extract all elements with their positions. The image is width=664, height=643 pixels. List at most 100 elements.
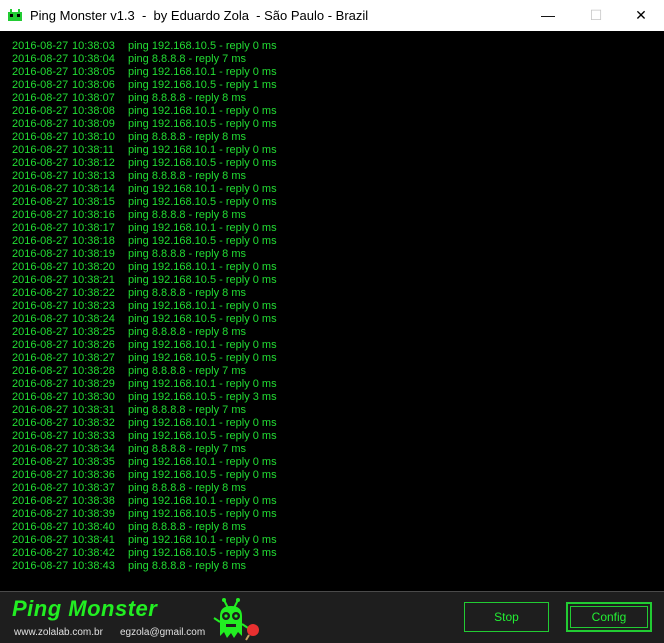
log-date: 2016-08-27	[12, 235, 69, 247]
log-time: 10:38:40	[72, 521, 115, 533]
log-time: 10:38:27	[72, 352, 115, 364]
log-date: 2016-08-27	[12, 365, 69, 377]
log-time: 10:38:18	[72, 235, 115, 247]
log-date: 2016-08-27	[12, 391, 69, 403]
log-date: 2016-08-27	[12, 508, 69, 520]
log-time: 10:38:41	[72, 534, 115, 546]
log-msg: ping 192.168.10.5 - reply 0 ms	[128, 352, 277, 364]
log-date: 2016-08-27	[12, 313, 69, 325]
log-msg: ping 8.8.8.8 - reply 8 ms	[128, 92, 247, 104]
log-date: 2016-08-27	[12, 170, 69, 182]
log-date: 2016-08-27	[12, 300, 69, 312]
log-date: 2016-08-27	[12, 261, 69, 273]
ping-log-panel[interactable]: 2016-08-27 10:38:03 ping 192.168.10.5 - re…	[0, 31, 664, 591]
log-time: 10:38:16	[72, 209, 115, 221]
maximize-button[interactable]: ☐	[573, 0, 619, 31]
log-msg: ping 8.8.8.8 - reply 8 ms	[128, 209, 247, 221]
log-time: 10:38:24	[72, 313, 115, 325]
log-time: 10:38:17	[72, 222, 115, 234]
close-button[interactable]: ✕	[618, 0, 664, 31]
log-time: 10:38:23	[72, 300, 115, 312]
log-msg: ping 192.168.10.1 - reply 0 ms	[128, 300, 277, 312]
log-date: 2016-08-27	[12, 417, 69, 429]
log-msg: ping 192.168.10.1 - reply 0 ms	[128, 66, 277, 78]
log-msg: ping 192.168.10.5 - reply 1 ms	[128, 79, 277, 91]
log-msg: ping 8.8.8.8 - reply 7 ms	[128, 404, 247, 416]
monster-mascot-icon	[213, 598, 259, 641]
log-date: 2016-08-27	[12, 534, 69, 546]
log-date: 2016-08-27	[12, 482, 69, 494]
log-msg: ping 192.168.10.5 - reply 0 ms	[128, 235, 277, 247]
log-time: 10:38:35	[72, 456, 115, 468]
log-time: 10:38:12	[72, 157, 115, 169]
log-date: 2016-08-27	[12, 547, 69, 559]
log-date: 2016-08-27	[12, 209, 69, 221]
log-msg: ping 192.168.10.5 - reply 0 ms	[128, 508, 277, 520]
log-msg: ping 192.168.10.5 - reply 0 ms	[128, 430, 277, 442]
log-time: 10:38:22	[72, 287, 115, 299]
log-date: 2016-08-27	[12, 118, 69, 130]
log-msg: ping 192.168.10.5 - reply 0 ms	[128, 469, 277, 481]
log-msg: ping 8.8.8.8 - reply 8 ms	[128, 560, 247, 572]
window-title: Ping Monster v1.3 - by Eduardo Zola - Sã…	[30, 8, 369, 23]
log-date: 2016-08-27	[12, 79, 69, 91]
log-msg: ping 8.8.8.8 - reply 8 ms	[128, 248, 247, 260]
log-msg: ping 192.168.10.1 - reply 0 ms	[128, 417, 277, 429]
email-link[interactable]: egzola@gmail.com	[120, 627, 205, 638]
log-msg: ping 8.8.8.8 - reply 8 ms	[128, 287, 247, 299]
log-date: 2016-08-27	[12, 443, 69, 455]
log-date: 2016-08-27	[12, 521, 69, 533]
stop-button[interactable]: Stop	[464, 602, 549, 632]
log-date: 2016-08-27	[12, 40, 69, 52]
log-msg: ping 192.168.10.1 - reply 0 ms	[128, 534, 277, 546]
log-time: 10:38:28	[72, 365, 115, 377]
website-link[interactable]: www.zolalab.com.br	[14, 627, 103, 638]
log-date: 2016-08-27	[12, 560, 69, 572]
log-time: 10:38:38	[72, 495, 115, 507]
log-msg: ping 8.8.8.8 - reply 8 ms	[128, 521, 247, 533]
log-msg: ping 192.168.10.1 - reply 0 ms	[128, 105, 277, 117]
log-time: 10:38:43	[72, 560, 115, 572]
log-time: 10:38:13	[72, 170, 115, 182]
log-msg: ping 192.168.10.5 - reply 0 ms	[128, 118, 277, 130]
log-time: 10:38:36	[72, 469, 115, 481]
config-button-label: Config	[591, 610, 627, 624]
log-date: 2016-08-27	[12, 157, 69, 169]
log-time: 10:38:05	[72, 66, 115, 78]
log-date: 2016-08-27	[12, 183, 69, 195]
log-time: 10:38:39	[72, 508, 115, 520]
log-time: 10:38:20	[72, 261, 115, 273]
log-date: 2016-08-27	[12, 131, 69, 143]
log-msg: ping 192.168.10.5 - reply 0 ms	[128, 40, 277, 52]
log-msg: ping 8.8.8.8 - reply 8 ms	[128, 170, 247, 182]
log-time: 10:38:30	[72, 391, 115, 403]
monster-app-icon	[8, 9, 22, 21]
log-time: 10:38:06	[72, 79, 115, 91]
log-time: 10:38:19	[72, 248, 115, 260]
log-date: 2016-08-27	[12, 92, 69, 104]
log-msg: ping 192.168.10.1 - reply 0 ms	[128, 339, 277, 351]
log-msg: ping 8.8.8.8 - reply 8 ms	[128, 326, 247, 338]
log-date: 2016-08-27	[12, 287, 69, 299]
log-date: 2016-08-27	[12, 352, 69, 364]
log-date: 2016-08-27	[12, 248, 69, 260]
log-msg: ping 192.168.10.1 - reply 0 ms	[128, 144, 277, 156]
minimize-button[interactable]: —	[525, 0, 571, 31]
title-bar[interactable]: Ping Monster v1.3 - by Eduardo Zola - Sã…	[0, 0, 664, 31]
log-date: 2016-08-27	[12, 404, 69, 416]
log-msg: ping 192.168.10.5 - reply 0 ms	[128, 313, 277, 325]
log-time: 10:38:25	[72, 326, 115, 338]
log-date: 2016-08-27	[12, 144, 69, 156]
log-time: 10:38:10	[72, 131, 115, 143]
log-time: 10:38:31	[72, 404, 115, 416]
log-date: 2016-08-27	[12, 469, 69, 481]
log-time: 10:38:11	[72, 144, 115, 156]
log-date: 2016-08-27	[12, 456, 69, 468]
log-msg: ping 192.168.10.1 - reply 0 ms	[128, 378, 277, 390]
log-time: 10:38:26	[72, 339, 115, 351]
log-date: 2016-08-27	[12, 378, 69, 390]
log-time: 10:38:42	[72, 547, 115, 559]
config-button[interactable]: Config	[566, 602, 652, 632]
log-date: 2016-08-27	[12, 222, 69, 234]
log-time: 10:38:29	[72, 378, 115, 390]
